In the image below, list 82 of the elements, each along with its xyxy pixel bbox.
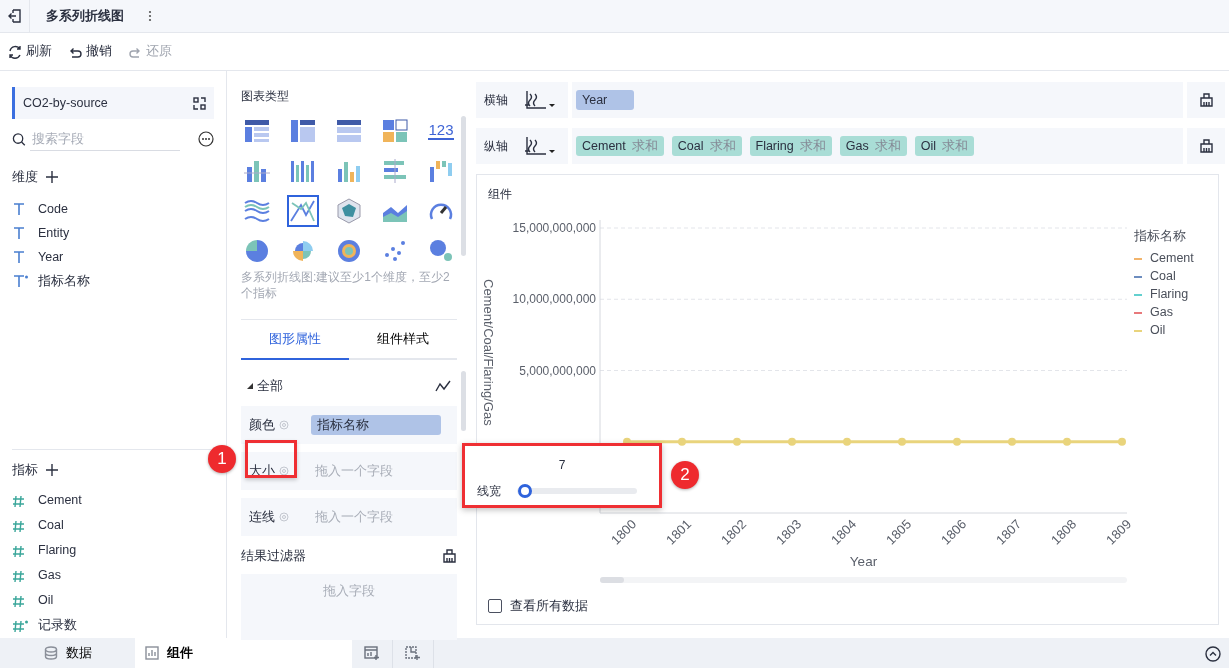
clear-icon[interactable] [442, 549, 457, 563]
field-item[interactable]: Oil [38, 591, 54, 610]
clear-icon[interactable] [1198, 139, 1214, 153]
scrollbar-thumb[interactable] [461, 371, 466, 431]
bar-chart-icon [145, 646, 159, 660]
field-chip[interactable]: Coal 求和 [671, 135, 742, 157]
settings-icon[interactable] [279, 466, 289, 476]
field-item[interactable]: Year [38, 247, 64, 267]
field-chip[interactable]: Gas 求和 [839, 135, 907, 157]
field-item[interactable]: Flaring [38, 541, 77, 560]
field-chip[interactable]: Cement 求和 [576, 135, 664, 157]
line-chart-icon[interactable] [435, 380, 451, 392]
callout-badge: 1 [208, 445, 236, 473]
highlight-frame [245, 440, 297, 478]
hint-text: 多系列折线图:建议至少1个维度，至少2个指标 [241, 269, 451, 301]
refresh-button[interactable]: 刷新 [8, 42, 52, 61]
back-icon[interactable] [7, 9, 22, 23]
add-icon[interactable] [46, 464, 58, 476]
page-title: 多系列折线图 [46, 7, 124, 26]
field-item[interactable]: Entity [38, 223, 70, 243]
tick-label: 10,000,000,000 [512, 292, 596, 307]
field-item[interactable]: 记录数 [38, 616, 77, 635]
field-item[interactable]: Coal [38, 516, 64, 535]
scrollbar[interactable] [600, 577, 1127, 583]
axis-type-icon[interactable] [524, 136, 556, 156]
expand-icon[interactable] [1205, 645, 1221, 662]
section-title: 维度 [12, 168, 38, 186]
slider-thumb[interactable] [518, 484, 533, 498]
field-item[interactable]: Cement [38, 491, 82, 510]
axis-label: 横轴 [484, 92, 508, 109]
legend-label: Cement [1150, 250, 1194, 268]
section-title: 图表类型 [241, 88, 290, 105]
slot-label: 颜色 [249, 416, 275, 434]
callout-badge: 2 [671, 461, 699, 489]
chart-type-option[interactable]: 123 [425, 115, 457, 147]
field-chip[interactable]: 指标名称 [311, 414, 441, 436]
search-icon [12, 131, 26, 147]
slot-label: 连线 [249, 508, 275, 526]
legend-label: Coal [1150, 268, 1176, 286]
tick-label: 5,000,000,000 [519, 363, 596, 378]
section-title: 指标 [12, 461, 38, 479]
axis-title: Cement/Coal/Flaring/Gas [481, 279, 496, 426]
field-item[interactable]: Code [38, 199, 68, 219]
axis-type-icon[interactable] [524, 90, 556, 110]
tab[interactable]: 图形属性 [241, 320, 349, 360]
clear-icon[interactable] [1198, 93, 1214, 107]
tab[interactable]: 组件样式 [349, 320, 457, 360]
number-field-icon [12, 618, 30, 633]
add-chart-icon[interactable] [364, 646, 380, 660]
tab[interactable]: 数据 [0, 638, 135, 668]
drop-hint: 拖入字段 [323, 583, 375, 600]
widget-title: 组件 [487, 186, 513, 203]
undo-button[interactable]: 撤销 [68, 42, 112, 61]
checkbox[interactable] [488, 599, 502, 614]
database-icon [44, 646, 58, 660]
tab[interactable]: 组件 [135, 638, 352, 668]
refresh-icon [8, 44, 22, 59]
collapse-triangle-icon[interactable] [247, 383, 253, 389]
checkbox-label: 查看所有数据 [510, 598, 588, 615]
legend-label: Oil [1150, 322, 1166, 340]
switch-icon[interactable] [193, 96, 206, 110]
group-label: 全部 [257, 377, 283, 395]
field-chip[interactable]: Year [576, 89, 634, 111]
legend-label: Flaring [1150, 286, 1189, 304]
legend-title: 指标名称 [1134, 228, 1187, 245]
slider-label: 线宽 [477, 483, 502, 500]
scrollbar-thumb[interactable] [461, 116, 466, 256]
field-chip[interactable]: Flaring 求和 [749, 135, 832, 157]
add-widget-icon[interactable] [405, 646, 421, 660]
axis-title: Year [849, 554, 878, 569]
add-icon[interactable] [46, 171, 58, 183]
field-item[interactable]: Gas [38, 566, 61, 585]
axis-label: 纵轴 [484, 138, 508, 155]
more-icon[interactable] [198, 131, 214, 147]
section-title: 结果过滤器 [241, 547, 306, 565]
legend-label: Gas [1150, 304, 1173, 322]
field-item[interactable]: 指标名称 [38, 271, 90, 291]
tick-label: 15,000,000,000 [512, 221, 596, 235]
search-field[interactable]: 搜索字段 [30, 127, 180, 151]
slider-value: 7 [557, 457, 567, 474]
text-field-icon [12, 274, 30, 288]
field-chip[interactable]: Oil 求和 [914, 135, 974, 157]
